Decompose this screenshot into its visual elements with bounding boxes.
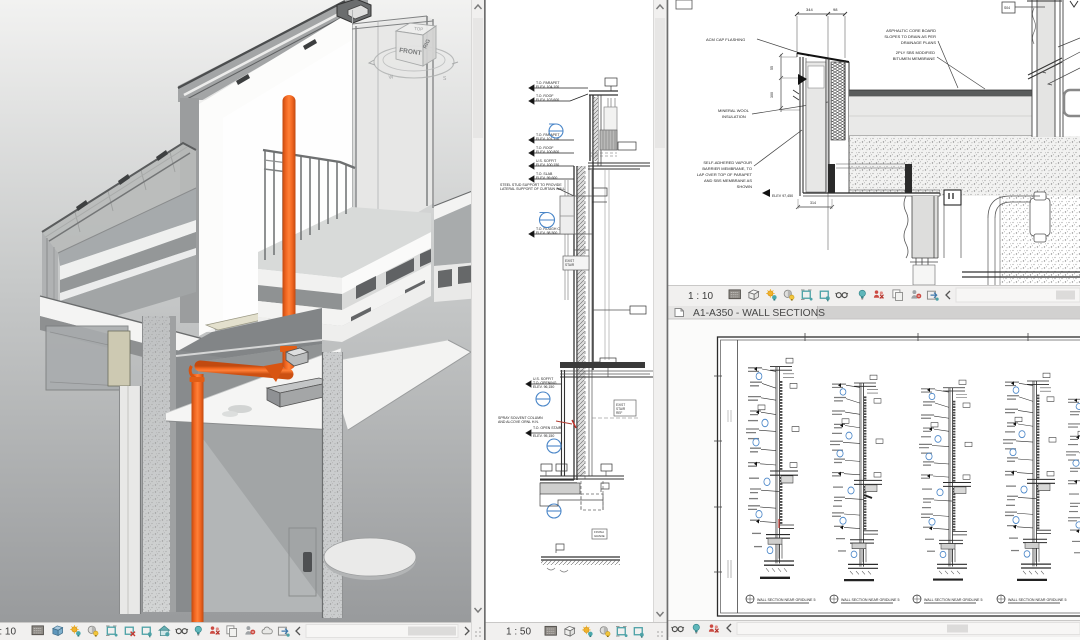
svg-text:REF: REF	[616, 411, 622, 415]
svg-text:ELEV. 104,100: ELEV. 104,100	[536, 85, 559, 89]
svg-text:BARRIER MEMBRANE, TO: BARRIER MEMBRANE, TO	[702, 166, 752, 171]
svg-text:1 : 10: 1 : 10	[688, 291, 713, 302]
svg-text:ELEV 97,450: ELEV 97,450	[772, 194, 793, 198]
svg-text:ELEV. 100,800: ELEV. 100,800	[536, 150, 559, 154]
svg-text:AND ALCOVE ORNL H.N.: AND ALCOVE ORNL H.N.	[498, 420, 539, 424]
svg-text:ELEV. 103,600: ELEV. 103,600	[536, 98, 559, 102]
svg-text:55: 55	[770, 66, 774, 70]
svg-text:LAP OVER TOP OF PARAPET: LAP OVER TOP OF PARAPET	[697, 172, 753, 177]
svg-text:ASPHALTIC CORE BOARD: ASPHALTIC CORE BOARD	[886, 28, 936, 33]
svg-text:1 : 10: 1 : 10	[0, 627, 16, 638]
svg-text:AND SBS MEMBRANE AS: AND SBS MEMBRANE AS	[704, 178, 752, 183]
svg-text:2PLY SBS MODIFIED: 2PLY SBS MODIFIED	[896, 50, 935, 55]
svg-text:SHOWN: SHOWN	[737, 184, 752, 189]
svg-text:SLOPES TO DRAIN AS PER: SLOPES TO DRAIN AS PER	[884, 34, 936, 39]
svg-text:314: 314	[810, 201, 816, 205]
svg-text:WALL SECTION NEAR GRIDLINE 5: WALL SECTION NEAR GRIDLINE 5	[757, 598, 815, 602]
svg-text:ELEV. 95,150: ELEV. 95,150	[533, 434, 554, 438]
svg-text:ELEV. 98,500: ELEV. 98,500	[536, 231, 557, 235]
svg-text:BITUMEN MEMBRANE: BITUMEN MEMBRANE	[893, 56, 936, 61]
svg-text:T.O. OPEN STAIR: T.O. OPEN STAIR	[533, 426, 562, 430]
svg-text:INSULATION: INSULATION	[722, 114, 746, 119]
svg-text:1 : 50: 1 : 50	[506, 627, 531, 638]
svg-text:STAIR: STAIR	[565, 263, 575, 267]
svg-text:S04: S04	[1004, 6, 1010, 10]
svg-text:LATERAL SUPPORT OF CURTAIN WAL: LATERAL SUPPORT OF CURTAIN WALL	[500, 187, 565, 191]
svg-text:MINERAL WOOL: MINERAL WOOL	[718, 108, 750, 113]
svg-text:ELEV. 99,600: ELEV. 99,600	[536, 176, 557, 180]
svg-text:A1-A350 - WALL SECTIONS: A1-A350 - WALL SECTIONS	[693, 308, 825, 319]
svg-text:344: 344	[806, 7, 813, 12]
svg-text:TOP: TOP	[414, 26, 424, 32]
svg-text:ELEV. 100,150: ELEV. 100,150	[536, 163, 559, 167]
svg-text:GRADE: GRADE	[594, 534, 605, 538]
svg-text:ACM CAP FLASHING: ACM CAP FLASHING	[706, 37, 745, 42]
svg-text:300: 300	[770, 92, 774, 98]
svg-text:DRAINAGE PLANS: DRAINAGE PLANS	[901, 40, 936, 45]
svg-text:SELF-ADHERED VAPOUR: SELF-ADHERED VAPOUR	[703, 160, 752, 165]
svg-text:98: 98	[833, 7, 838, 12]
svg-text:ELEV. 96,150: ELEV. 96,150	[533, 385, 554, 389]
